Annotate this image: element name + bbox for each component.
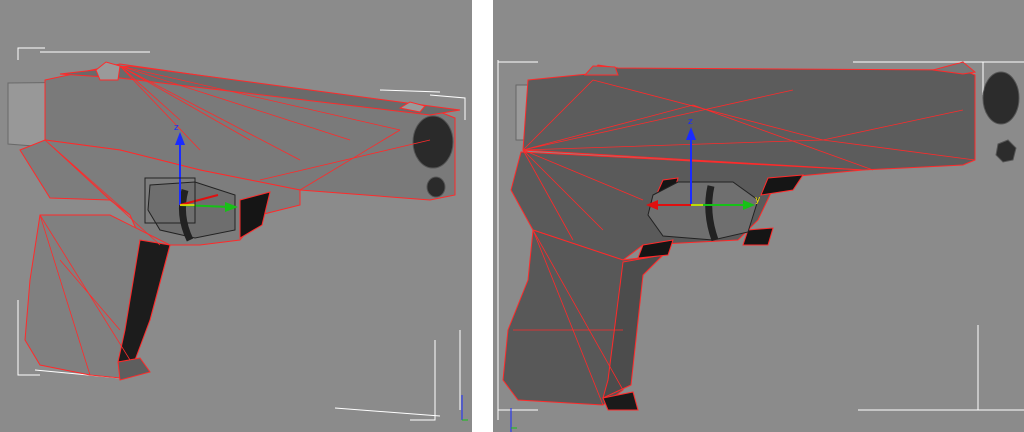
pistol-mesh[interactable] xyxy=(7,61,461,381)
gizmo-z-label: z xyxy=(688,117,693,127)
trigger-guard-opening xyxy=(647,181,759,241)
viewport-left[interactable]: z xyxy=(0,0,472,432)
muzzle xyxy=(412,115,454,169)
gizmo-z-label: z xyxy=(174,123,179,133)
muzzle xyxy=(982,71,1020,125)
viewport-right[interactable]: z y xyxy=(493,0,1024,432)
world-axis-tripod-icon xyxy=(510,408,517,432)
slide-face xyxy=(522,64,976,171)
muzzle-small xyxy=(995,139,1017,163)
rear-sight xyxy=(95,61,121,81)
gizmo-y-label: y xyxy=(755,195,761,205)
viewport-separator xyxy=(472,0,493,432)
rear-sight xyxy=(583,65,619,76)
trigger-guard-front xyxy=(239,191,271,239)
muzzle-small xyxy=(426,176,446,198)
trigger-guard-opening xyxy=(147,181,236,239)
magazine-base xyxy=(117,357,151,381)
world-axis-tripod-icon xyxy=(461,395,468,421)
pistol-mesh[interactable] xyxy=(502,61,1020,411)
